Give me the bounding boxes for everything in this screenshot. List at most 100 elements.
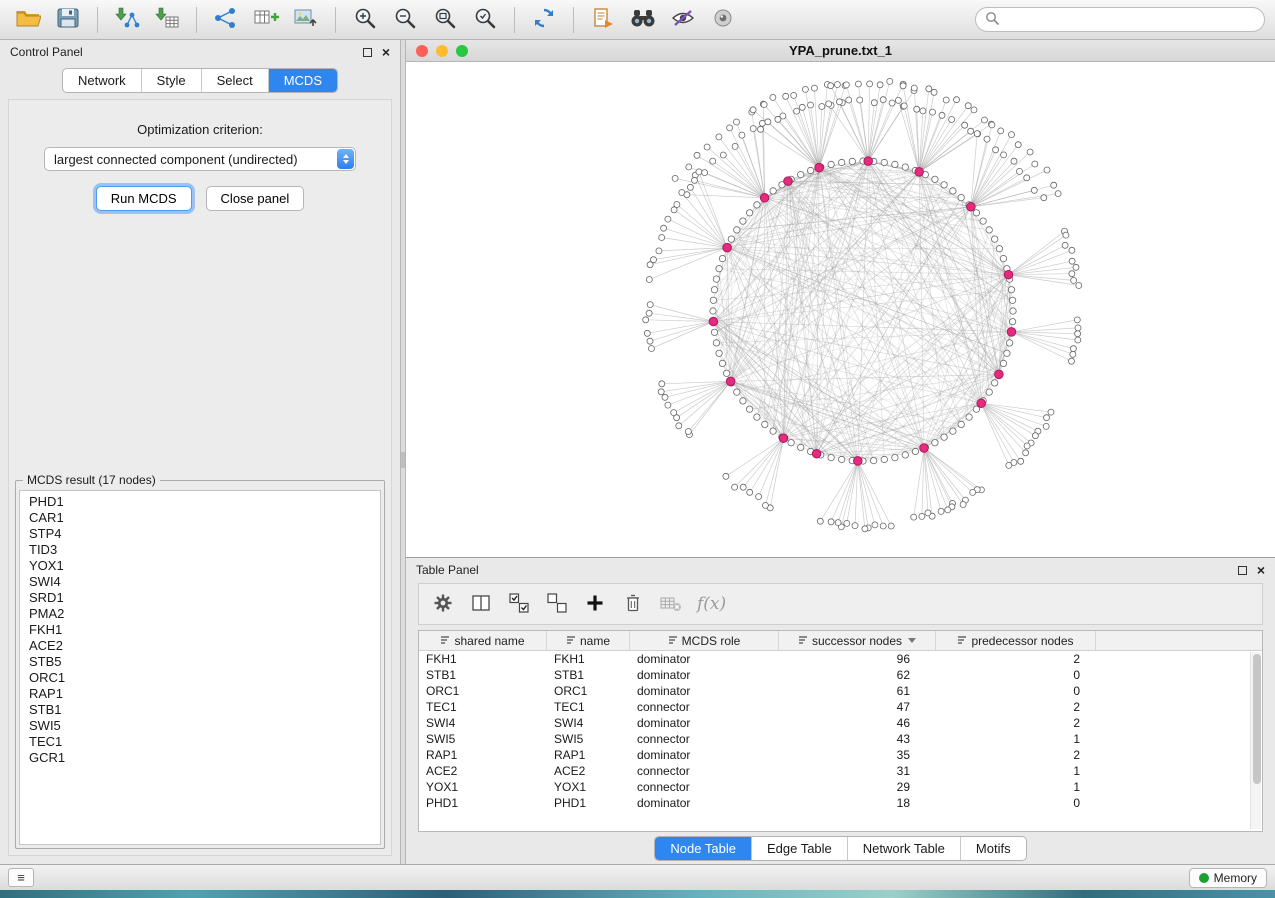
zoom-out-button[interactable] [387, 4, 423, 36]
table-row[interactable]: ORC1ORC1dominator610 [419, 683, 1262, 699]
mcds-result-item[interactable]: YOX1 [29, 558, 371, 574]
mcds-result-item[interactable]: STB1 [29, 702, 371, 718]
save-button[interactable] [50, 4, 86, 36]
float-table-panel-icon[interactable] [1238, 566, 1247, 575]
mcds-result-item[interactable]: SWI5 [29, 718, 371, 734]
mcds-result-item[interactable]: PHD1 [29, 494, 371, 510]
close-table-panel-icon[interactable]: × [1257, 565, 1265, 575]
float-panel-icon[interactable] [363, 48, 372, 57]
mcds-result-item[interactable]: RAP1 [29, 686, 371, 702]
table-row[interactable]: SWI5SWI5connector431 [419, 731, 1262, 747]
scrollbar-thumb[interactable] [1253, 654, 1261, 784]
table-row[interactable]: FKH1FKH1dominator962 [419, 651, 1262, 667]
tab-node-table[interactable]: Node Table [655, 837, 752, 860]
window-maximize-icon[interactable] [456, 45, 468, 57]
new-network-from-table-button[interactable] [248, 4, 284, 36]
deselect-all-button[interactable] [541, 589, 573, 619]
close-panel-button[interactable]: Close panel [206, 186, 305, 211]
tab-network-table[interactable]: Network Table [848, 837, 961, 860]
table-row[interactable]: STB1STB1dominator620 [419, 667, 1262, 683]
delete-table-button[interactable] [655, 589, 687, 619]
mcds-result-item[interactable]: CAR1 [29, 510, 371, 526]
run-mcds-button[interactable]: Run MCDS [96, 186, 192, 211]
mcds-result-item[interactable]: TEC1 [29, 734, 371, 750]
cell-mcds-role: dominator [630, 795, 779, 811]
mcds-result-item[interactable]: ORC1 [29, 670, 371, 686]
gear-button[interactable] [427, 589, 459, 619]
refresh-button[interactable] [526, 4, 562, 36]
hide-selected-button[interactable] [665, 4, 701, 36]
open-file-button[interactable] [10, 4, 46, 36]
column-header-predecessor-nodes[interactable]: predecessor nodes [936, 631, 1096, 650]
mcds-result-item[interactable]: SRD1 [29, 590, 371, 606]
tab-select[interactable]: Select [202, 69, 269, 92]
export-image-button[interactable] [288, 4, 324, 36]
window-minimize-icon[interactable] [436, 45, 448, 57]
add-button[interactable] [579, 589, 611, 619]
column-header-name[interactable]: name [547, 631, 630, 650]
cell-name: FKH1 [547, 651, 630, 667]
column-header-successor-nodes[interactable]: successor nodes [779, 631, 936, 650]
table-row[interactable]: PHD1PHD1dominator180 [419, 795, 1262, 811]
network-view[interactable] [406, 62, 1275, 557]
select-all-button[interactable] [503, 589, 535, 619]
tab-motifs[interactable]: Motifs [961, 837, 1026, 860]
column-chooser-button[interactable] [465, 589, 497, 619]
zoom-in-icon [353, 6, 377, 33]
table-row[interactable]: SWI4SWI4dominator462 [419, 715, 1262, 731]
tab-edge-table[interactable]: Edge Table [752, 837, 848, 860]
new-network-button[interactable] [208, 4, 244, 36]
share-annotations-button[interactable] [585, 4, 621, 36]
hide-selected-icon [670, 8, 696, 31]
table-row[interactable]: ACE2ACE2connector311 [419, 763, 1262, 779]
memory-button[interactable]: Memory [1189, 868, 1267, 888]
close-panel-icon[interactable]: × [382, 47, 390, 57]
show-preview-icon [711, 8, 735, 31]
control-panel-tabbar: NetworkStyleSelectMCDS [0, 64, 400, 99]
table-row[interactable]: YOX1YOX1connector291 [419, 779, 1262, 795]
mcds-result-item[interactable]: STP4 [29, 526, 371, 542]
column-header-shared-name[interactable]: shared name [419, 631, 547, 650]
zoom-selected-button[interactable] [467, 4, 503, 36]
mcds-result-item[interactable]: FKH1 [29, 622, 371, 638]
cell-successor-nodes: 31 [779, 763, 936, 779]
table-row[interactable]: RAP1RAP1dominator352 [419, 747, 1262, 763]
import-table-file-button[interactable] [149, 4, 185, 36]
mcds-result-box: MCDS result (17 nodes) PHD1CAR1STP4TID3Y… [15, 473, 385, 849]
search-input[interactable] [1004, 13, 1255, 27]
column-header-MCDS-role[interactable]: MCDS role [630, 631, 779, 650]
search-box[interactable] [975, 7, 1265, 32]
window-close-icon[interactable] [416, 45, 428, 57]
cell-shared-name: SWI4 [419, 715, 547, 731]
status-menu-button[interactable]: ≡ [8, 868, 34, 887]
tab-style[interactable]: Style [142, 69, 202, 92]
import-network-file-button[interactable] [109, 4, 145, 36]
mcds-result-item[interactable]: STB5 [29, 654, 371, 670]
show-preview-button[interactable] [705, 4, 741, 36]
criterion-select[interactable]: largest connected component (undirected) [44, 147, 356, 171]
mcds-panel: Optimization criterion: largest connecte… [8, 99, 392, 856]
mcds-result-list[interactable]: PHD1CAR1STP4TID3YOX1SWI4SRD1PMA2FKH1ACE2… [19, 490, 381, 845]
delete-button[interactable] [617, 589, 649, 619]
zoom-in-button[interactable] [347, 4, 383, 36]
network-window-title: YPA_prune.txt_1 [406, 43, 1275, 58]
search-binoculars-button[interactable] [625, 4, 661, 36]
hamburger-icon: ≡ [17, 870, 25, 885]
function-builder-label[interactable]: f(x) [697, 594, 726, 614]
panel-splitter[interactable] [400, 40, 406, 864]
mcds-result-item[interactable]: TID3 [29, 542, 371, 558]
mcds-result-item[interactable]: PMA2 [29, 606, 371, 622]
control-panel-titlebar: Control Panel × [0, 40, 400, 64]
export-image-icon [293, 7, 319, 32]
column-sort-icon [957, 634, 967, 648]
tab-network[interactable]: Network [63, 69, 142, 92]
table-row[interactable]: TEC1TEC1connector472 [419, 699, 1262, 715]
control-panel-title: Control Panel [10, 45, 83, 59]
tab-mcds[interactable]: MCDS [269, 69, 337, 92]
mcds-result-item[interactable]: GCR1 [29, 750, 371, 766]
mcds-result-item[interactable]: SWI4 [29, 574, 371, 590]
zoom-fit-button[interactable] [427, 4, 463, 36]
cell-successor-nodes: 18 [779, 795, 936, 811]
table-scrollbar[interactable] [1250, 652, 1261, 829]
mcds-result-item[interactable]: ACE2 [29, 638, 371, 654]
